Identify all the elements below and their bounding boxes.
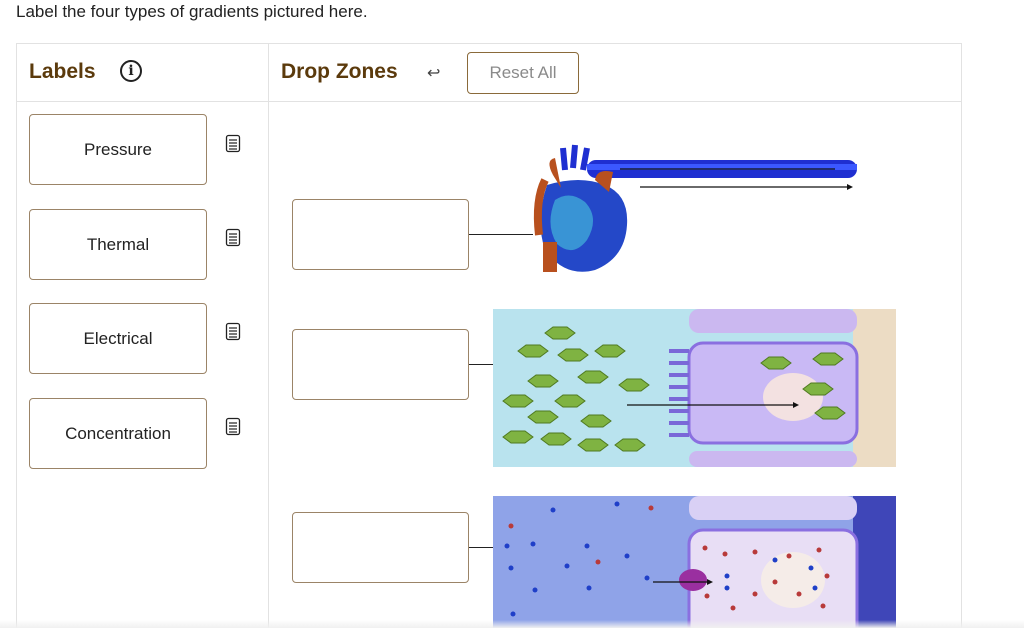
labels-heading: Labels <box>29 60 96 83</box>
label-card-electrical[interactable]: Electrical <box>29 303 207 374</box>
leader-line-1 <box>469 234 533 235</box>
cell-concentration-figure <box>493 309 896 467</box>
question-prompt: Label the four types of gradients pictur… <box>16 2 368 21</box>
bottom-fade <box>0 620 1024 628</box>
notes-icon[interactable] <box>225 134 241 153</box>
label-card-thermal[interactable]: Thermal <box>29 209 207 280</box>
drop-zone-1[interactable] <box>292 199 469 270</box>
cell-electrical-figure <box>493 496 896 628</box>
reset-all-button[interactable]: Reset All <box>467 52 579 94</box>
labels-column: Labels i Pressure Thermal Electrical Con… <box>17 44 269 628</box>
heart-blood-vessel-figure <box>533 144 857 272</box>
drop-zone-2[interactable] <box>292 329 469 400</box>
label-card-concentration[interactable]: Concentration <box>29 398 207 469</box>
leader-line-2 <box>469 364 493 365</box>
undo-arrow-icon[interactable]: ↩ <box>427 63 440 83</box>
info-icon[interactable]: i <box>120 60 142 82</box>
notes-icon[interactable] <box>225 228 241 247</box>
notes-icon[interactable] <box>225 417 241 436</box>
notes-icon[interactable] <box>225 322 241 341</box>
drop-zone-3[interactable] <box>292 512 469 583</box>
label-card-pressure[interactable]: Pressure <box>29 114 207 185</box>
drop-zones-heading: Drop Zones <box>281 60 398 83</box>
